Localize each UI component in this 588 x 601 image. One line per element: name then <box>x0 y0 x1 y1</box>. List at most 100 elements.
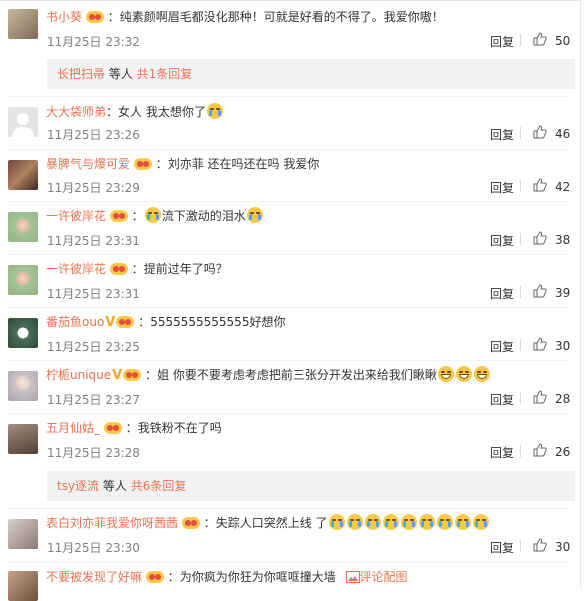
comment-list: 书小葵 ：纯素颜啊眉毛都没化那种！可就是好看的不得了。我爱你嗷！ 11月25日 … <box>0 0 581 601</box>
thumbs-up-icon <box>533 390 551 407</box>
comment-divider <box>8 413 568 414</box>
comment-text: 失踪人口突然上线 了 <box>215 516 328 530</box>
like-count: 26 <box>555 444 571 459</box>
comment-divider <box>8 360 568 361</box>
username[interactable]: 大大袋师弟 <box>46 105 106 119</box>
reply-button[interactable]: 回复 <box>490 338 514 355</box>
comment-time: 11月25日 23:32 <box>47 35 140 49</box>
like-count: 50 <box>555 33 571 48</box>
reply-button[interactable]: 回复 <box>490 285 514 302</box>
avatar[interactable] <box>8 519 38 549</box>
reply-button[interactable]: 回复 <box>490 126 514 143</box>
crying-emoji-icon <box>144 207 161 223</box>
avatar[interactable] <box>8 160 38 190</box>
comment-sep: ： <box>131 262 144 276</box>
thumbs-up-icon <box>533 125 551 142</box>
action-divider <box>520 127 521 139</box>
like-count: 39 <box>555 285 571 300</box>
verified-v-icon: V <box>105 315 116 330</box>
member-badge-icon <box>123 368 142 387</box>
member-badge-icon <box>109 209 128 228</box>
sub-reply-count[interactable]: 共6条回复 <box>131 479 187 493</box>
comment-text: 姐 你要不要考虑考虑把前三张分开发出来给我们瞅瞅 <box>157 368 437 382</box>
comment-text: 5555555555555好想你 <box>150 315 286 329</box>
comment-divider <box>8 307 568 308</box>
reply-button[interactable]: 回复 <box>490 391 514 408</box>
comment-divider <box>8 201 568 202</box>
reply-button[interactable]: 回复 <box>490 179 514 196</box>
like-count: 42 <box>555 179 571 194</box>
like-count: 38 <box>555 232 571 247</box>
like-button[interactable]: 38 <box>533 231 570 248</box>
sub-reply-box[interactable]: 长把扫帚 等人 共1条回复 <box>47 59 575 89</box>
username[interactable]: 一许彼岸花 <box>46 209 106 223</box>
avatar[interactable] <box>8 265 38 295</box>
avatar[interactable] <box>8 212 38 242</box>
reply-button[interactable]: 回复 <box>490 539 514 556</box>
comment-divider <box>8 254 568 255</box>
thumbs-up-icon <box>533 538 551 555</box>
username[interactable]: 五月仙姑_ <box>46 421 100 435</box>
crying-emoji-icon <box>246 207 263 223</box>
sub-reply-count[interactable]: 共1条回复 <box>137 67 193 81</box>
comment-image-link[interactable]: 评论配图 <box>360 570 408 584</box>
member-badge-icon <box>85 10 104 29</box>
comment-divider <box>8 96 568 97</box>
comment-time: 11月25日 23:30 <box>47 541 140 555</box>
comment-sep: ： <box>131 209 144 223</box>
like-button[interactable]: 28 <box>533 390 570 407</box>
crying-emoji-icon <box>454 514 471 530</box>
thumbs-up-icon <box>533 337 551 354</box>
crying-emoji-icon <box>400 514 417 530</box>
sub-reply-user[interactable]: 长把扫帚 <box>57 67 105 81</box>
crying-emoji-icon <box>364 514 381 530</box>
like-button[interactable]: 50 <box>533 32 570 49</box>
sub-reply-suffix: 等人 <box>99 479 131 493</box>
avatar[interactable] <box>8 9 38 39</box>
thumbs-up-icon <box>533 178 551 195</box>
username[interactable]: 表白刘亦菲我爱你呀茜茜 <box>46 516 178 530</box>
like-button[interactable]: 30 <box>533 538 570 555</box>
avatar[interactable] <box>8 107 38 137</box>
sub-reply-box[interactable]: tsy逐流 等人 共6条回复 <box>47 471 575 501</box>
action-divider <box>520 445 521 457</box>
action-divider <box>520 180 521 192</box>
comment-time: 11月25日 23:31 <box>47 287 140 301</box>
username[interactable]: 番茄鱼ouo <box>46 315 104 329</box>
comment-sep: ： <box>155 157 168 171</box>
like-button[interactable]: 42 <box>533 178 570 195</box>
like-count: 28 <box>555 391 571 406</box>
comment-sep: ： <box>145 368 158 382</box>
username[interactable]: 书小葵 <box>46 10 82 24</box>
reply-button[interactable]: 回复 <box>490 444 514 461</box>
thumbs-up-icon <box>533 284 551 301</box>
comment-sep: ： <box>125 421 138 435</box>
reply-button[interactable]: 回复 <box>490 33 514 50</box>
like-button[interactable]: 46 <box>533 125 570 142</box>
comment-sep: ： <box>107 10 120 24</box>
member-badge-icon <box>181 516 200 535</box>
action-divider <box>520 34 521 46</box>
avatar[interactable] <box>8 318 38 348</box>
comment-time: 11月25日 23:25 <box>47 340 140 354</box>
comment-time: 11月25日 23:28 <box>47 446 140 460</box>
thumbs-up-icon <box>533 32 551 49</box>
grinning-emoji-icon <box>455 366 472 382</box>
action-divider <box>520 392 521 404</box>
username[interactable]: 柠栀unique <box>46 368 111 382</box>
like-button[interactable]: 26 <box>533 443 570 460</box>
comment-text: 纯素颜啊眉毛都没化那种！可就是好看的不得了。我爱你嗷！ <box>119 10 444 24</box>
sub-reply-user[interactable]: tsy逐流 <box>57 479 99 493</box>
avatar[interactable] <box>8 424 38 454</box>
username[interactable]: 暴脾气与爆可爱 <box>46 157 130 171</box>
like-button[interactable]: 30 <box>533 337 570 354</box>
action-divider <box>520 540 521 552</box>
username[interactable]: 一许彼岸花 <box>46 262 106 276</box>
reply-button[interactable]: 回复 <box>490 232 514 249</box>
username[interactable]: 不要被发现了好嘛 <box>46 570 142 584</box>
comment-divider <box>8 562 568 563</box>
avatar[interactable] <box>8 371 38 401</box>
avatar[interactable] <box>8 571 38 601</box>
like-button[interactable]: 39 <box>533 284 570 301</box>
comment-sep: ： <box>106 105 119 119</box>
